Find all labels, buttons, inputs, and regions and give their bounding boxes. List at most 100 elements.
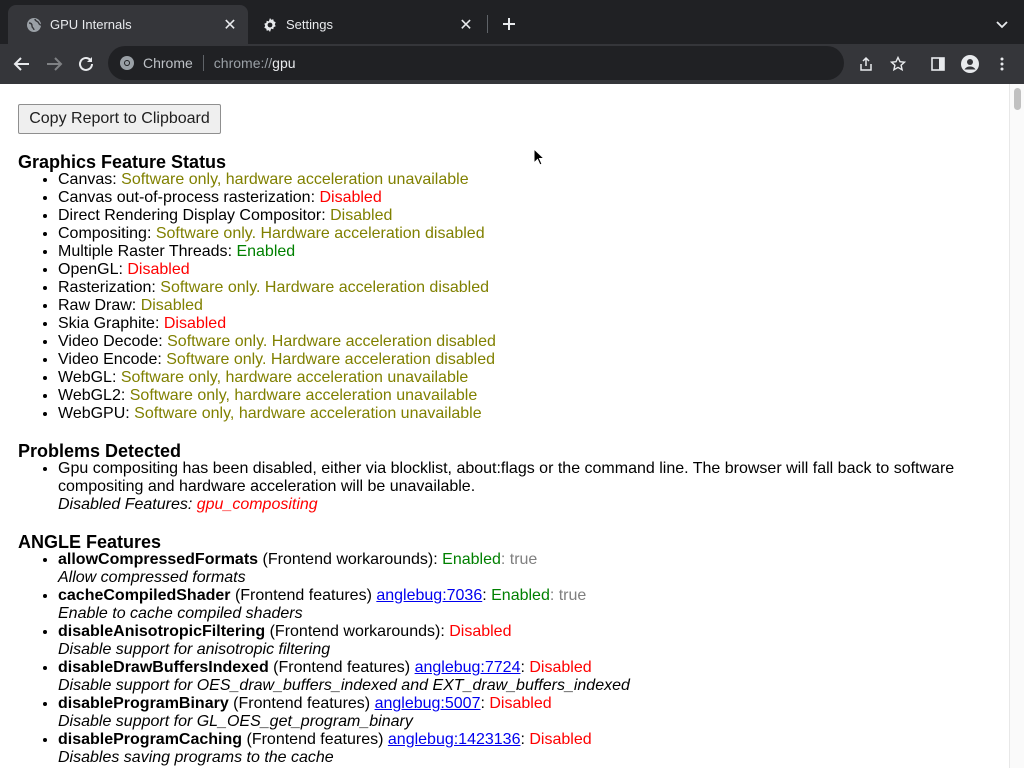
angle-feature-category: (Frontend features) — [228, 695, 375, 712]
angle-feature-status: Enabled — [491, 587, 550, 604]
feature-status: Software only. Hardware acceleration dis… — [166, 351, 495, 368]
problems-heading: Problems Detected — [18, 441, 182, 461]
angle-feature-description: Enable to cache compiled shaders — [58, 605, 303, 622]
angle-feature-name: disableDrawBuffersIndexed — [58, 659, 269, 676]
feature-status: Disabled — [330, 207, 393, 224]
list-item: Video Decode: Software only. Hardware ac… — [58, 333, 1009, 351]
list-item: Direct Rendering Display Compositor: Dis… — [58, 207, 1009, 225]
feature-name: Video Encode — [58, 351, 158, 368]
problems-list: Gpu compositing has been disabled, eithe… — [18, 460, 1009, 514]
feature-name: Direct Rendering Display Compositor — [58, 207, 322, 224]
menu-button[interactable] — [990, 52, 1014, 76]
feature-status-list: Canvas: Software only, hardware accelera… — [18, 171, 1009, 423]
arrow-right-icon — [47, 57, 63, 71]
list-item: disableProgramCaching (Frontend features… — [58, 731, 1009, 767]
angle-feature-description: Disable support for anisotropic filterin… — [58, 641, 331, 658]
angle-feature-category: (Frontend workarounds) — [258, 551, 434, 568]
list-item: Skia Graphite: Disabled — [58, 315, 1009, 333]
feature-status: Software only, hardware acceleration una… — [120, 369, 469, 386]
page-scrollbar[interactable] — [1009, 84, 1024, 768]
list-item: cacheCompiledShader (Frontend features) … — [58, 587, 1009, 623]
mouse-cursor-icon — [533, 148, 545, 166]
problem-text: Gpu compositing has been disabled, eithe… — [58, 460, 955, 495]
omnibox-divider — [202, 55, 204, 71]
angle-feature-name: disableAnisotropicFiltering — [58, 623, 266, 640]
close-tab-icon[interactable]: ✕ — [220, 15, 240, 35]
copy-report-button[interactable]: Copy Report to Clipboard — [18, 104, 221, 134]
angle-feature-status: Enabled — [442, 551, 501, 568]
angle-feature-status: Disabled — [529, 659, 592, 676]
list-item: disableDrawBuffersIndexed (Frontend feat… — [58, 659, 1009, 695]
disabled-features-label: Disabled Features: — [58, 496, 197, 513]
share-button[interactable] — [854, 52, 878, 76]
feature-status: Software only, hardware acceleration una… — [121, 171, 469, 188]
angle-bug-link[interactable]: anglebug:1423136 — [388, 731, 521, 748]
feature-status: Disabled — [127, 261, 190, 278]
feature-status: Software only, hardware acceleration una… — [129, 387, 478, 404]
list-item: OpenGL: Disabled — [58, 261, 1009, 279]
list-item: Video Encode: Software only. Hardware ac… — [58, 351, 1009, 369]
feature-status: Disabled — [163, 315, 227, 332]
tab-search-button[interactable] — [992, 14, 1012, 34]
arrow-left-icon — [13, 57, 29, 71]
list-item: WebGL: Software only, hardware accelerat… — [58, 369, 1009, 387]
feature-name: WebGL — [58, 369, 112, 386]
reload-button[interactable] — [74, 52, 98, 76]
new-tab-button[interactable] — [498, 13, 520, 35]
list-item: disableAnisotropicFiltering (Frontend wo… — [58, 623, 1009, 659]
angle-feature-category: (Frontend workarounds) — [265, 623, 441, 640]
disabled-features-value: gpu_compositing — [196, 496, 318, 513]
back-button[interactable] — [10, 52, 34, 76]
gear-icon — [262, 17, 278, 33]
tab-settings[interactable]: Settings ✕ — [244, 5, 484, 44]
address-bar[interactable]: Chrome chrome://gpu — [108, 46, 844, 80]
angle-feature-description: Disable support for OES_draw_buffers_ind… — [58, 677, 630, 694]
angle-heading: ANGLE Features — [18, 532, 162, 552]
page-content: Copy Report to Clipboard Graphics Featur… — [0, 84, 1009, 768]
list-item: Canvas: Software only, hardware accelera… — [58, 171, 1009, 189]
tab-gpu-internals[interactable]: GPU Internals ✕ — [8, 5, 248, 44]
feature-status: Enabled — [236, 243, 296, 260]
omnibox-chip-label: Chrome — [143, 55, 193, 71]
forward-button[interactable] — [42, 52, 66, 76]
angle-feature-category: (Frontend features) — [230, 587, 377, 604]
feature-status: Software only, hardware acceleration una… — [134, 405, 482, 422]
tab-title: GPU Internals — [50, 17, 132, 32]
star-icon — [890, 56, 906, 72]
avatar-icon — [961, 55, 979, 73]
reload-icon — [79, 56, 93, 71]
angle-feature-name: disableProgramCaching — [58, 731, 243, 748]
tab-strip: GPU Internals ✕ Settings ✕ — [0, 0, 1024, 44]
url-host: gpu — [272, 55, 296, 71]
feature-name: WebGL2 — [58, 387, 121, 404]
angle-bug-link[interactable]: anglebug:7724 — [415, 659, 521, 676]
globe-icon — [26, 17, 42, 33]
feature-name: Canvas out-of-process rasterization — [58, 189, 311, 206]
url-scheme: chrome:// — [213, 55, 273, 71]
angle-feature-description: Disables saving programs to the cache — [58, 749, 334, 766]
bookmark-button[interactable] — [886, 52, 910, 76]
chrome-icon — [119, 55, 135, 71]
list-item: Compositing: Software only. Hardware acc… — [58, 225, 1009, 243]
feature-name: Rasterization — [58, 279, 152, 296]
share-icon — [860, 56, 872, 71]
chevron-down-icon — [996, 21, 1008, 29]
angle-feature-value: : true — [500, 551, 538, 568]
profile-button[interactable] — [958, 52, 982, 76]
disabled-features: Disabled Features: gpu_compositing — [58, 496, 1009, 514]
list-item: Raw Draw: Disabled — [58, 297, 1009, 315]
list-item: Multiple Raster Threads: Enabled — [58, 243, 1009, 261]
list-item: WebGPU: Software only, hardware accelera… — [58, 405, 1009, 423]
feature-name: Video Decode — [58, 333, 159, 350]
side-panel-button[interactable] — [926, 52, 950, 76]
scrollbar-thumb[interactable] — [1014, 88, 1021, 110]
angle-bug-link[interactable]: anglebug:5007 — [375, 695, 481, 712]
feature-name: Canvas — [58, 171, 113, 188]
angle-feature-name: disableProgramBinary — [58, 695, 229, 712]
tab-separator — [487, 15, 488, 33]
angle-feature-description: Allow compressed formats — [58, 569, 246, 586]
angle-bug-link[interactable]: anglebug:7036 — [376, 587, 482, 604]
feature-name: Compositing — [58, 225, 147, 242]
close-tab-icon[interactable]: ✕ — [456, 15, 476, 35]
angle-feature-description: Disable support for GL_OES_get_program_b… — [58, 713, 413, 730]
